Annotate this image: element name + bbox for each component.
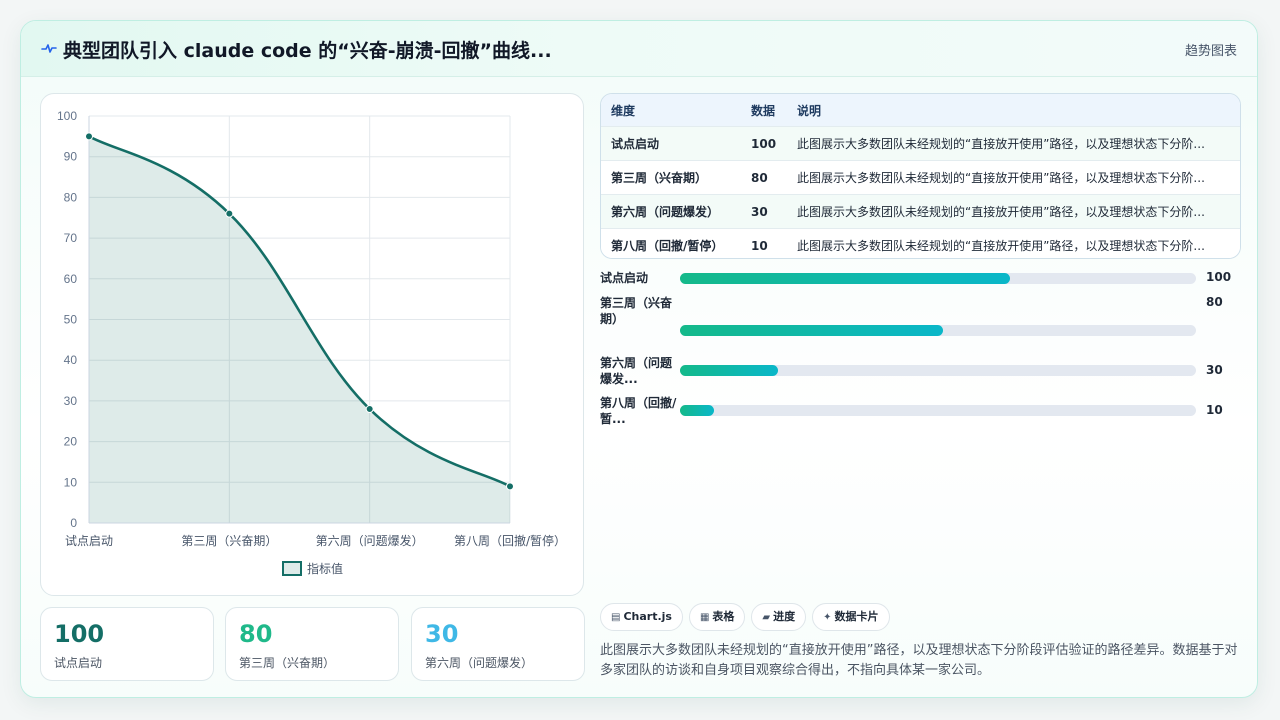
table-cell-value: 30 bbox=[741, 194, 787, 229]
y-tick-label: 70 bbox=[64, 231, 78, 245]
x-tick-label: 第三周（兴奋期） bbox=[181, 534, 277, 548]
progress-fill bbox=[680, 325, 944, 336]
table-header-note: 说明 bbox=[787, 94, 1240, 127]
chip-label: Chart.js bbox=[623, 610, 672, 623]
data-point bbox=[365, 405, 374, 414]
line-chart: 0 10 20 30 40 50 60 70 80 90 100 试点启动 第三周（兴奋期） 第六周（问题… bbox=[57, 109, 566, 576]
table-cell-note: 此图展示大多数团队未经规划的“直接放开使用”路径，以及理想状态下分阶... bbox=[787, 194, 1240, 229]
stat-value: 30 bbox=[425, 620, 459, 648]
table-cell-note: 此图展示大多数团队未经规划的“直接放开使用”路径，以及理想状态下分阶... bbox=[787, 228, 1240, 258]
stat-label: 第三周（兴奋期） bbox=[239, 656, 336, 670]
y-tick-label: 10 bbox=[64, 475, 78, 489]
table-header-dimension: 维度 bbox=[601, 94, 741, 127]
progress-label: 试点启动 bbox=[600, 271, 649, 285]
table-cell-dimension: 试点启动 bbox=[601, 126, 741, 161]
x-tick-label: 试点启动 bbox=[65, 533, 113, 548]
progress-label: 第八周（回撤/暂... bbox=[600, 396, 677, 426]
y-tick-label: 90 bbox=[64, 150, 78, 164]
y-tick-label: 40 bbox=[64, 353, 78, 367]
chip-data-card[interactable]: ✦ 数据卡片 bbox=[812, 603, 890, 631]
y-tick-label: 80 bbox=[64, 190, 78, 204]
progress-icon: ▰ bbox=[762, 612, 771, 623]
data-point bbox=[85, 132, 93, 141]
sparkle-icon: ✦ bbox=[823, 612, 832, 623]
pulse-icon bbox=[41, 44, 57, 53]
progress-fill bbox=[680, 405, 714, 416]
y-tick-label: 60 bbox=[64, 272, 78, 286]
series-area bbox=[89, 136, 510, 523]
progress-track bbox=[680, 273, 1196, 284]
y-tick-label: 0 bbox=[70, 516, 77, 530]
chip-table[interactable]: ▦ 表格 bbox=[688, 603, 746, 631]
chart-description: 此图展示大多数团队未经规划的“直接放开使用”路径，以及理想状态下分阶段评估验证的… bbox=[600, 643, 1238, 678]
table-header-value: 数据 bbox=[741, 94, 787, 127]
table-cell-value: 10 bbox=[741, 228, 787, 258]
table-cell-dimension: 第六周（问题爆发） bbox=[601, 194, 741, 229]
y-tick-label: 20 bbox=[64, 435, 78, 449]
progress-label: 第三周（兴奋期） bbox=[600, 296, 673, 326]
progress-track bbox=[680, 405, 1196, 416]
stat-card-1: 100 试点启动 bbox=[40, 607, 214, 681]
table-cell-dimension: 第八周（回撤/暂停） bbox=[601, 228, 741, 258]
chip-label: 进度 bbox=[773, 610, 796, 623]
stat-value: 100 bbox=[54, 620, 105, 648]
progress-track bbox=[680, 365, 1196, 376]
chart-type-tag: 趋势图表 bbox=[1184, 44, 1237, 59]
chip-chartjs[interactable]: ▤ Chart.js bbox=[600, 603, 683, 631]
data-point bbox=[225, 209, 234, 218]
chip-label: 数据卡片 bbox=[834, 610, 879, 623]
table-cell-note: 此图展示大多数团队未经规划的“直接放开使用”路径，以及理想状态下分阶... bbox=[787, 126, 1240, 161]
progress-value: 80 bbox=[1206, 295, 1223, 309]
table-cell-note: 此图展示大多数团队未经规划的“直接放开使用”路径，以及理想状态下分阶... bbox=[787, 160, 1240, 195]
line-chart-panel: 0 10 20 30 40 50 60 70 80 90 100 试点启动 第三周（兴奋期） 第六周（问题… bbox=[40, 93, 584, 596]
y-tick-label: 30 bbox=[64, 394, 78, 408]
progress-value: 30 bbox=[1206, 363, 1223, 377]
x-tick-label: 第八周（回撤/暂停） bbox=[454, 533, 566, 548]
stat-label: 第六周（问题爆发） bbox=[425, 656, 534, 670]
progress-track bbox=[680, 325, 1196, 336]
stat-card-3: 30 第六周（问题爆发） bbox=[411, 607, 585, 681]
progress-value: 10 bbox=[1206, 403, 1223, 417]
card-header: 典型团队引入 claude code 的“兴奋-崩溃-回撤”曲线... 趋势图表 bbox=[21, 21, 1257, 77]
chip-progress[interactable]: ▰ 进度 bbox=[751, 603, 807, 631]
progress-label: 第六周（问题爆发... bbox=[600, 356, 673, 386]
data-table: 维度 数据 说明 试点启动 100 此图展示大多数团队未经规划的“直接放开使用”… bbox=[601, 94, 1240, 258]
dashboard-card: 典型团队引入 claude code 的“兴奋-崩溃-回撤”曲线... 趋势图表… bbox=[20, 20, 1258, 698]
progress-list: 试点启动 100 第三周（兴奋期） 80 第六周（问题爆发... 30 第八周（… bbox=[600, 267, 1241, 426]
chip-label: 表格 bbox=[712, 610, 735, 623]
table-cell-value: 80 bbox=[741, 160, 787, 195]
stat-label: 试点启动 bbox=[54, 656, 103, 670]
progress-fill bbox=[680, 365, 779, 376]
table-row: 第三周（兴奋期） 80 此图展示大多数团队未经规划的“直接放开使用”路径，以及理… bbox=[601, 160, 1240, 195]
table-row: 第六周（问题爆发） 30 此图展示大多数团队未经规划的“直接放开使用”路径，以及… bbox=[601, 194, 1240, 229]
y-tick-label: 50 bbox=[64, 313, 78, 327]
stat-value: 80 bbox=[239, 620, 273, 648]
legend-label: 指标值 bbox=[307, 561, 343, 576]
table-cell-dimension: 第三周（兴奋期） bbox=[601, 160, 741, 195]
tag-chips: ▤ Chart.js ▦ 表格 ▰ 进度 ✦ 数据卡片 bbox=[600, 603, 896, 633]
y-tick-label: 100 bbox=[57, 109, 77, 123]
data-point bbox=[506, 482, 514, 491]
table-header-row: 维度 数据 说明 bbox=[601, 94, 1240, 127]
progress-fill bbox=[680, 273, 1011, 284]
chart-icon: ▤ bbox=[611, 612, 621, 623]
x-tick-label: 第六周（问题爆发） bbox=[316, 533, 424, 548]
data-table-panel: 维度 数据 说明 试点启动 100 此图展示大多数团队未经规划的“直接放开使用”… bbox=[600, 93, 1241, 259]
stat-card-2: 80 第三周（兴奋期） bbox=[225, 607, 399, 681]
table-row: 第八周（回撤/暂停） 10 此图展示大多数团队未经规划的“直接放开使用”路径，以… bbox=[601, 228, 1240, 258]
table-row: 试点启动 100 此图展示大多数团队未经规划的“直接放开使用”路径，以及理想状态… bbox=[601, 126, 1240, 161]
progress-value: 100 bbox=[1206, 270, 1232, 284]
table-icon: ▦ bbox=[699, 612, 710, 623]
table-cell-value: 100 bbox=[741, 126, 787, 161]
page-title: 典型团队引入 claude code 的“兴奋-崩溃-回撤”曲线... bbox=[63, 40, 552, 62]
legend-swatch bbox=[282, 561, 302, 576]
